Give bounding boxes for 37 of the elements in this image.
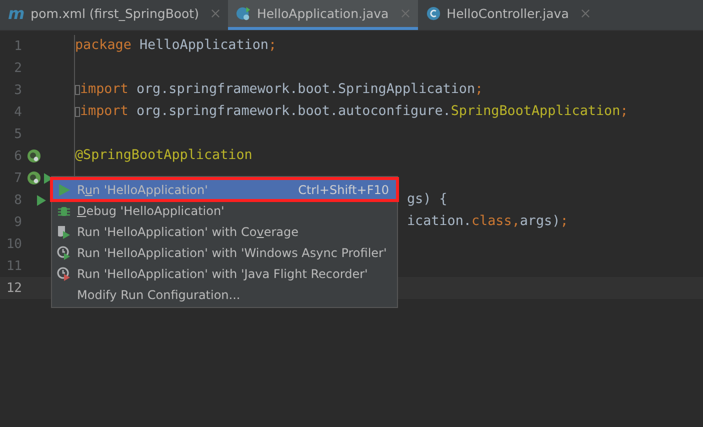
line-number: 4 — [13, 104, 22, 120]
line-number: 1 — [13, 38, 22, 54]
line-number: 3 — [13, 82, 22, 98]
menu-item[interactable]: Run 'HelloApplication' with 'Windows Async Profiler' — [52, 242, 397, 263]
menu-item[interactable]: Debug 'HelloApplication' — [52, 200, 397, 221]
line-number: 11 — [5, 258, 22, 274]
line-number: 7 — [13, 170, 22, 186]
class-icon — [236, 6, 251, 21]
maven-icon: m — [8, 4, 25, 22]
clock-play-icon — [57, 246, 71, 260]
bean-icon[interactable] — [27, 149, 41, 163]
menu-item[interactable]: Run 'HelloApplication' with Coverage — [52, 221, 397, 242]
menu-item[interactable]: Run 'HelloApplication' with 'Java Flight Recorder' — [52, 263, 397, 284]
menu-item[interactable]: Modify Run Configuration... — [52, 284, 397, 305]
line-number: 8 — [13, 192, 22, 208]
file-tab[interactable]: m pom.xml (first_SpringBoot) — [0, 0, 228, 30]
file-tab[interactable]: HelloApplication.java — [228, 0, 418, 30]
line-number: 5 — [13, 126, 22, 142]
shield-play-icon — [57, 224, 71, 238]
play-icon — [57, 182, 71, 196]
shortcut-text: Ctrl+Shift+F10 — [298, 182, 389, 196]
code-line: @SpringBootApplication — [75, 147, 252, 165]
clock-record-icon — [57, 266, 71, 280]
code-line: package HelloApplication; — [75, 37, 277, 55]
line-number: 9 — [13, 214, 22, 230]
line-number: 2 — [13, 60, 22, 76]
code-line: import org.springframework.boot.SpringApplication; — [75, 81, 484, 99]
code-line: import org.springframework.boot.autoconfigure.SpringBootApplication; — [75, 103, 628, 121]
line-number: 12 — [5, 280, 22, 296]
bean-icon[interactable] — [27, 171, 41, 185]
menu-item[interactable]: Run 'HelloApplication' Ctrl+Shift+F10 — [52, 179, 397, 200]
class-icon — [426, 6, 441, 21]
line-number: 6 — [13, 148, 22, 164]
run-icon[interactable] — [37, 194, 46, 206]
line-number: 10 — [5, 236, 22, 252]
file-tab[interactable]: HelloController.java — [418, 0, 598, 30]
code-line: ication.class,args); — [406, 213, 568, 231]
